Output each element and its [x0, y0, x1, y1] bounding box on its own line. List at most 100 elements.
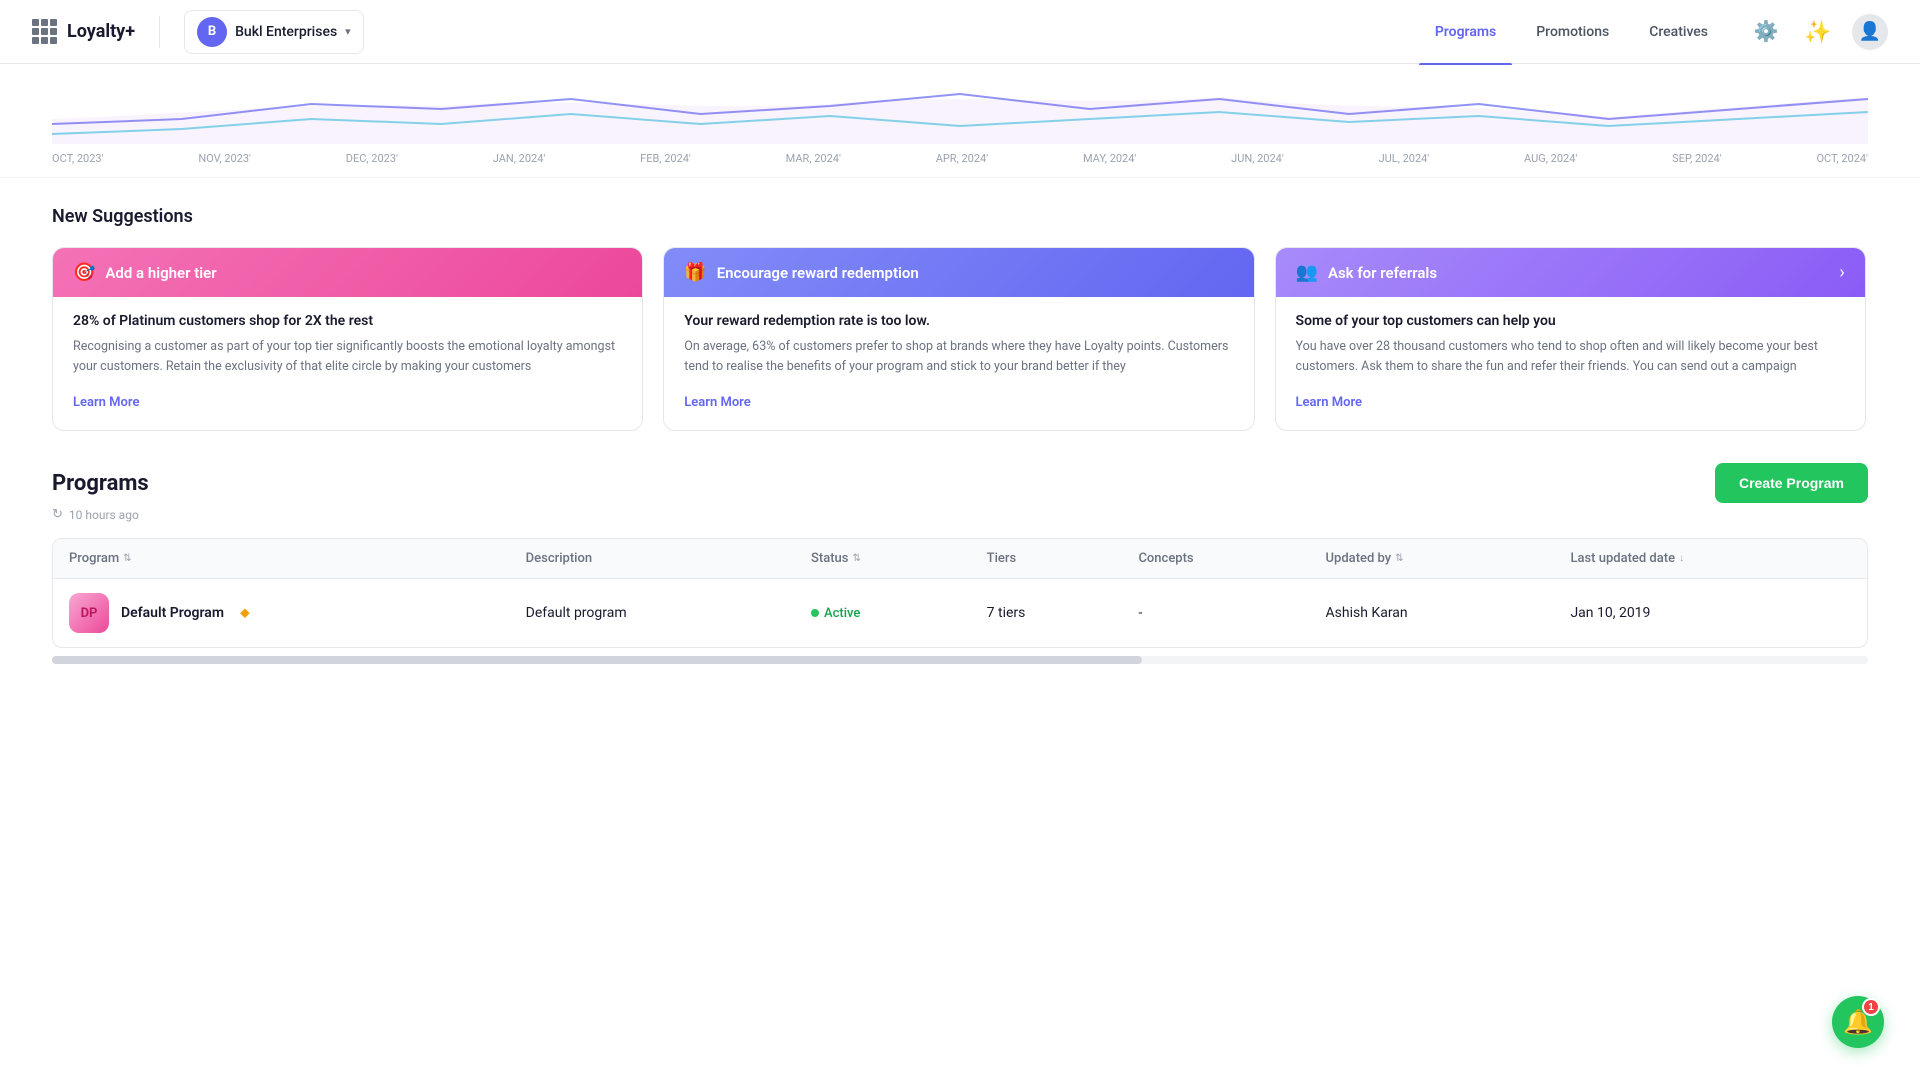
table-container: Program ⇅ Description Status ⇅ Tiers Con…: [52, 538, 1868, 648]
th-description: Description: [510, 539, 795, 579]
programs-table: Program ⇅ Description Status ⇅ Tiers Con…: [53, 539, 1867, 647]
user-avatar[interactable]: 👤: [1852, 14, 1888, 50]
table-header-row: Program ⇅ Description Status ⇅ Tiers Con…: [53, 539, 1867, 579]
th-updated-by: Updated by ⇅: [1310, 539, 1555, 579]
programs-section: Programs Create Program ↻ 10 hours ago P…: [0, 431, 1920, 648]
card-header-referrals: 👥 Ask for referrals ›: [1276, 248, 1865, 297]
card-title-referrals: Ask for referrals: [1328, 264, 1437, 282]
card-highlight-tier: 28% of Platinum customers shop for 2X th…: [73, 313, 622, 329]
header: Loyalty+ B Bukl Enterprises ▾ Programs P…: [0, 0, 1920, 64]
card-icon-tier: 🎯: [73, 262, 95, 283]
program-avatar: DP: [69, 593, 109, 633]
chart-label-oct24: OCT, 2024': [1816, 152, 1868, 165]
refresh-icon: ↻: [52, 507, 63, 522]
td-last-updated-date: Jan 10, 2019: [1554, 579, 1867, 648]
last-updated-text: 10 hours ago: [69, 508, 139, 522]
settings-button[interactable]: ⚙️: [1748, 14, 1784, 50]
chart-label-oct23: OCT, 2023': [52, 152, 104, 165]
last-updated: ↻ 10 hours ago: [52, 507, 1868, 522]
card-learn-more-referrals[interactable]: Learn More: [1296, 395, 1362, 410]
chart-area: OCT, 2023' NOV, 2023' DEC, 2023' JAN, 20…: [0, 64, 1920, 178]
card-icon-referrals: 👥: [1296, 262, 1318, 283]
sort-icon-program: ⇅: [123, 553, 131, 564]
create-program-button[interactable]: Create Program: [1715, 463, 1868, 503]
app-logo[interactable]: Loyalty+: [32, 19, 135, 44]
chart-label-sep24: SEP, 2024': [1672, 152, 1722, 165]
chart-label-apr24: APR, 2024': [936, 152, 988, 165]
card-body-redemption: Your reward redemption rate is too low. …: [664, 297, 1253, 430]
suggestion-card-referrals[interactable]: 👥 Ask for referrals › Some of your top c…: [1275, 247, 1866, 431]
chart-label-mar24: MAR, 2024': [786, 152, 841, 165]
chart-label-may24: MAY, 2024': [1083, 152, 1136, 165]
chart-label-jul24: JUL, 2024': [1379, 152, 1430, 165]
company-selector[interactable]: B Bukl Enterprises ▾: [184, 10, 364, 54]
th-last-updated-date: Last updated date ↓: [1554, 539, 1867, 579]
td-program: DP Default Program ⬥: [53, 579, 510, 648]
programs-title: Programs: [52, 471, 149, 496]
chart-svg: [52, 64, 1868, 144]
card-learn-more-redemption[interactable]: Learn More: [684, 395, 750, 410]
chart-label-aug24: AUG, 2024': [1524, 152, 1577, 165]
chart-label-dec23: DEC, 2023': [346, 152, 398, 165]
app-name: Loyalty+: [67, 21, 135, 42]
nav-link-programs[interactable]: Programs: [1419, 16, 1512, 48]
th-status: Status ⇅: [795, 539, 971, 579]
programs-table-wrap: Program ⇅ Description Status ⇅ Tiers Con…: [52, 538, 1868, 648]
sort-icon-last-updated-date: ↓: [1679, 553, 1684, 564]
nav-link-creatives[interactable]: Creatives: [1633, 16, 1724, 48]
suggestion-card-tier[interactable]: 🎯 Add a higher tier 28% of Platinum cust…: [52, 247, 643, 431]
th-concepts: Concepts: [1122, 539, 1309, 579]
status-dot: [811, 609, 819, 617]
header-divider: [159, 16, 160, 48]
card-text-tier: Recognising a customer as part of your t…: [73, 337, 622, 377]
chart-label-nov23: NOV, 2023': [198, 152, 251, 165]
card-title-redemption: Encourage reward redemption: [717, 264, 919, 282]
program-cell: DP Default Program ⬥: [69, 593, 494, 633]
sort-icon-status: ⇅: [852, 553, 860, 564]
sort-last-updated-date[interactable]: Last updated date ↓: [1570, 551, 1684, 566]
card-highlight-redemption: Your reward redemption rate is too low.: [684, 313, 1233, 329]
card-header-tier: 🎯 Add a higher tier: [53, 248, 642, 297]
suggestions-title: New Suggestions: [52, 206, 1868, 227]
ai-button[interactable]: ✨: [1800, 14, 1836, 50]
suggestions-section: New Suggestions 🎯 Add a higher tier 28% …: [0, 178, 1920, 431]
status-badge: Active: [811, 606, 860, 621]
td-tiers: 7 tiers: [971, 579, 1123, 648]
card-text-referrals: You have over 28 thousand customers who …: [1296, 337, 1845, 377]
chevron-down-icon: ▾: [345, 25, 351, 38]
horizontal-scrollbar[interactable]: [0, 648, 1920, 668]
chart-label-feb24: FEB, 2024': [640, 152, 691, 165]
sort-program[interactable]: Program ⇅: [69, 551, 132, 566]
programs-header: Programs Create Program: [52, 463, 1868, 503]
suggestion-card-redemption[interactable]: 🎁 Encourage reward redemption Your rewar…: [663, 247, 1254, 431]
td-updated-by: Ashish Karan: [1310, 579, 1555, 648]
cards-row: 🎯 Add a higher tier 28% of Platinum cust…: [52, 247, 1868, 431]
sort-icon-updated-by: ⇅: [1395, 553, 1403, 564]
card-body-referrals: Some of your top customers can help you …: [1276, 297, 1865, 430]
company-avatar: B: [197, 17, 227, 47]
chart-labels: OCT, 2023' NOV, 2023' DEC, 2023' JAN, 20…: [52, 144, 1868, 177]
td-description: Default program: [510, 579, 795, 648]
chart-label-jan24: JAN, 2024': [493, 152, 546, 165]
default-star-icon: ⬥: [240, 605, 250, 621]
card-icon-redemption: 🎁: [684, 262, 706, 283]
td-concepts: -: [1122, 579, 1309, 648]
sort-updated-by[interactable]: Updated by ⇅: [1326, 551, 1404, 566]
grid-icon: [32, 19, 57, 44]
notification-button[interactable]: 🔔 1: [1832, 996, 1884, 1048]
main-nav: Programs Promotions Creatives: [1419, 16, 1724, 48]
card-learn-more-tier[interactable]: Learn More: [73, 395, 139, 410]
td-status: Active: [795, 579, 971, 648]
header-actions: ⚙️ ✨ 👤: [1748, 14, 1888, 50]
th-tiers: Tiers: [971, 539, 1123, 579]
chevron-right-icon: ›: [1839, 262, 1844, 283]
nav-link-promotions[interactable]: Promotions: [1520, 16, 1625, 48]
card-highlight-referrals: Some of your top customers can help you: [1296, 313, 1845, 329]
card-header-redemption: 🎁 Encourage reward redemption: [664, 248, 1253, 297]
card-text-redemption: On average, 63% of customers prefer to s…: [684, 337, 1233, 377]
sort-status[interactable]: Status ⇅: [811, 551, 861, 566]
company-name: Bukl Enterprises: [235, 24, 337, 40]
th-program: Program ⇅: [53, 539, 510, 579]
table-row[interactable]: DP Default Program ⬥ Default program Act…: [53, 579, 1867, 648]
chart-label-jun24: JUN, 2024': [1231, 152, 1284, 165]
